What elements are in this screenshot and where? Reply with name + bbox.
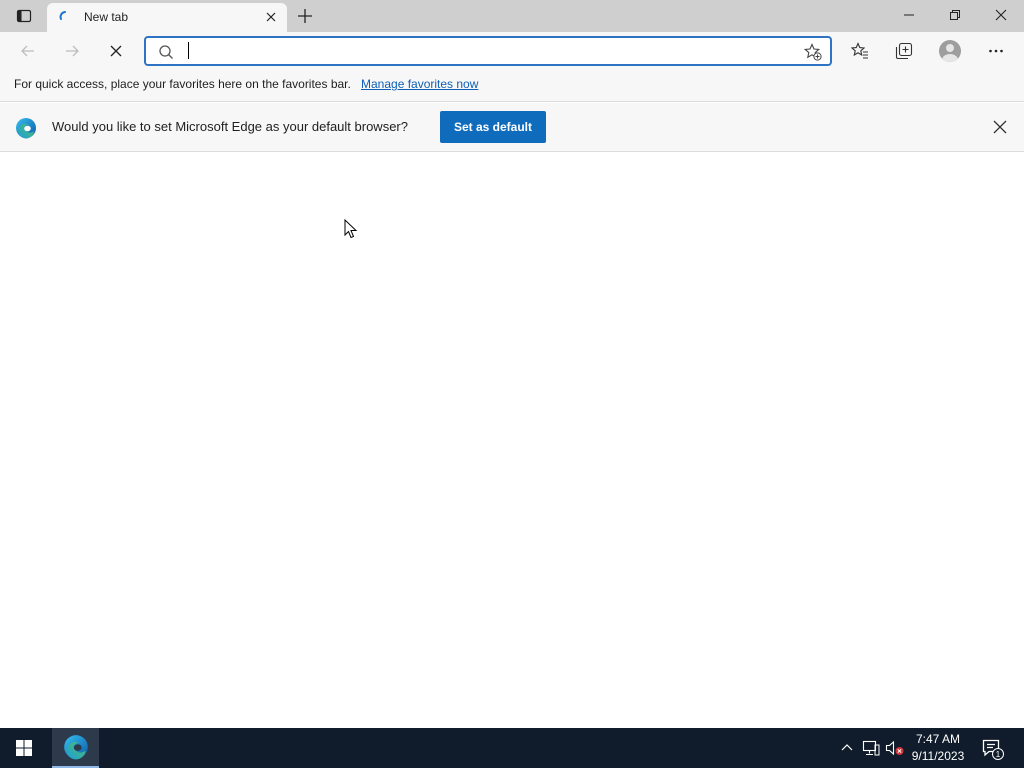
back-button[interactable] <box>13 36 43 66</box>
close-icon <box>110 45 122 57</box>
edge-loading-icon <box>59 11 66 20</box>
settings-more-button[interactable] <box>981 36 1011 66</box>
forward-arrow-icon <box>66 45 79 57</box>
volume-muted-icon <box>885 740 904 756</box>
clock-time: 7:47 AM <box>915 732 961 746</box>
stop-loading-button[interactable] <box>101 36 131 66</box>
minimize-icon <box>904 14 914 16</box>
show-hidden-icons-button[interactable] <box>837 738 857 758</box>
notification-center-icon[interactable]: 1 <box>980 736 1004 760</box>
tab-close-button[interactable] <box>263 9 279 25</box>
mouse-pointer-icon <box>344 219 358 239</box>
more-icon <box>989 49 1003 53</box>
restore-button[interactable] <box>932 0 978 30</box>
minimize-button[interactable] <box>886 0 932 30</box>
close-icon[interactable] <box>992 119 1008 135</box>
start-button[interactable] <box>0 728 48 768</box>
close-icon <box>995 9 1007 21</box>
taskbar: 7:47 AM 9/11/2023 1 <box>0 728 1024 768</box>
close-icon <box>266 12 276 22</box>
chevron-up-icon <box>841 744 853 751</box>
default-browser-infobar: Would you like to set Microsoft Edge as … <box>0 103 1024 152</box>
tab-new-tab[interactable]: New tab <box>47 3 287 32</box>
title-bar: New tab <box>0 0 1024 32</box>
infobar-message: Would you like to set Microsoft Edge as … <box>52 119 408 134</box>
volume-button[interactable] <box>885 738 905 758</box>
new-tab-button[interactable] <box>293 4 317 28</box>
notification-count-badge: 1 <box>996 750 1001 759</box>
system-clock[interactable]: 7:47 AM 9/11/2023 <box>905 731 971 765</box>
favorites-bar-hint: For quick access, place your favorites h… <box>14 77 351 91</box>
windows-logo-icon <box>16 740 32 756</box>
edge-logo-icon <box>16 118 36 139</box>
avatar <box>939 40 961 62</box>
text-caret <box>188 42 189 59</box>
collections-icon <box>895 42 913 60</box>
set-as-default-button[interactable]: Set as default <box>440 111 546 143</box>
close-window-button[interactable] <box>978 0 1024 30</box>
forward-button[interactable] <box>57 36 87 66</box>
network-icon <box>862 740 880 756</box>
clock-date: 9/11/2023 <box>911 749 965 763</box>
favorites-button[interactable] <box>845 36 875 66</box>
profile-button[interactable] <box>935 36 965 66</box>
edge-logo-icon <box>63 735 88 760</box>
manage-favorites-link[interactable]: Manage favorites now <box>361 77 478 91</box>
add-favorite-icon[interactable] <box>804 43 822 61</box>
back-arrow-icon <box>21 45 34 57</box>
address-bar[interactable] <box>144 36 832 66</box>
address-input[interactable] <box>184 41 784 61</box>
taskbar-edge-app[interactable] <box>52 728 99 768</box>
page-content <box>0 152 1024 728</box>
network-button[interactable] <box>861 738 881 758</box>
favorites-bar: For quick access, place your favorites h… <box>0 70 1024 102</box>
favorites-icon <box>851 42 868 59</box>
toolbar <box>0 32 1024 70</box>
tab-title: New tab <box>84 10 129 24</box>
restore-icon <box>950 10 960 20</box>
collections-button[interactable] <box>889 36 919 66</box>
tab-actions-menu-button[interactable] <box>8 4 40 28</box>
search-icon <box>159 45 173 59</box>
plus-icon <box>298 9 312 23</box>
tab-actions-icon <box>16 9 32 23</box>
